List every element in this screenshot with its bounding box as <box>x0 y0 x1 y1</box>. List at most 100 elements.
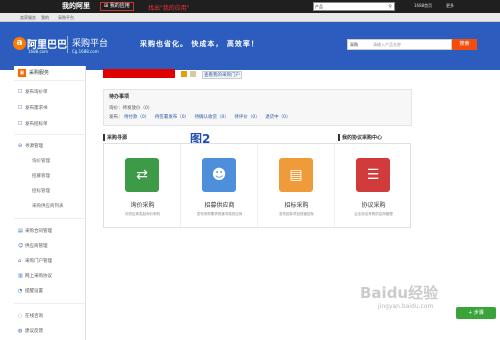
procurement-cards: ⇄ 询价采购 向供应商发起询价采购 ☻ 招募供应商 发布采购需求快速寻找供应商 … <box>103 143 412 229</box>
platform-header: a 阿里巴巴 1688.com 采购平台 Cg.1688.com 采购也省化。 … <box>0 22 500 70</box>
user-icon: ☺ <box>18 243 24 249</box>
card-recruit-supplier[interactable]: ☻ 招募供应商 发布采购需求快速寻找供应商 <box>181 144 258 229</box>
minus-circle-icon: ⊖ <box>18 143 23 149</box>
subnav-item[interactable]: 我的 <box>41 15 49 21</box>
agreement-icon: ▥ <box>18 273 23 279</box>
card-description: 发布采购需求快速寻找供应商 <box>196 212 243 216</box>
sidebar-item-label: 采购门户管理 <box>25 259 52 264</box>
sidebar-item-label: 发布询价单 <box>25 90 48 95</box>
sidebar-subitem-tender-mgmt[interactable]: 招标管理 <box>32 188 50 194</box>
my-portal-link[interactable]: 查看我的采购门户 <box>202 71 242 79</box>
sidebar-item-sourcing[interactable]: ⊖ 寻源管理 <box>18 143 43 149</box>
sidebar-item-inquiry[interactable]: ☐ 发布询价单 <box>18 89 48 95</box>
sidebar-item-reminder[interactable]: ◔ 提醒设置 <box>18 288 43 294</box>
cart-icon: ▣ <box>18 69 26 77</box>
mail-icon[interactable] <box>190 71 196 77</box>
todo-publish-label: 发布： <box>109 115 123 120</box>
badge-icon <box>181 71 187 77</box>
secondary-nav: 卖家服务 我的 采购平台 <box>0 13 500 22</box>
home-link[interactable]: 1688首页 <box>414 3 432 9</box>
todo-link[interactable]: 待确认收货（0） <box>195 115 229 120</box>
card-agreement-purchase[interactable]: ☰ 协议采购 企业协议采购供应商管理 <box>335 144 412 229</box>
card-inquiry-purchase[interactable]: ⇄ 询价采购 向供应商发起询价采购 <box>104 144 181 229</box>
todo-panel: 待办事项 询价：待发放价（0） 发布： 待付款（0） 待签署发布（0） 待确认收… <box>103 89 412 126</box>
add-step-button[interactable]: + 步骤 <box>456 307 496 319</box>
sidebar-item-portal[interactable]: ⌂ 采购门户管理 <box>18 258 52 264</box>
card-tender-purchase[interactable]: ▤ 招标采购 发布招标项目快速招标 <box>258 144 335 229</box>
sidebar-item-label: 网上采购协议 <box>25 274 52 279</box>
edit-icon: ☐ <box>18 89 23 95</box>
sidebar-title-label: 采购服务 <box>29 70 50 76</box>
brand-url: 1688.com <box>28 49 48 54</box>
subnav-item[interactable]: 卖家服务 <box>20 15 36 21</box>
todo-link[interactable]: 待评价（0） <box>234 115 259 120</box>
grid-icon: ⊞ <box>104 3 109 9</box>
annotation-text: 找出"我的应用" <box>148 5 190 12</box>
sidebar-divider <box>14 303 85 304</box>
header-search-input[interactable]: 请输入产品名称 <box>373 42 401 48</box>
header-search-button[interactable]: 搜索 <box>452 39 477 50</box>
header-search-box[interactable]: 采购 请输入产品名称 <box>347 39 452 50</box>
sidebar-item-feedback[interactable]: ◍ 建议反馈 <box>18 328 43 334</box>
more-link[interactable]: 更多 <box>446 3 454 9</box>
sidebar-item-label: 发布需求书 <box>25 106 48 111</box>
header-divider <box>67 36 68 53</box>
platform-url: Cg.1688.com <box>72 49 99 54</box>
section-sourcing-title: 采购寻源 <box>103 134 127 141</box>
card-label: 询价采购 <box>130 202 155 209</box>
sidebar-subitem-supplier-list[interactable]: 采购供应商列表 <box>32 203 64 209</box>
subnav-item[interactable]: 采购平台 <box>58 15 74 21</box>
todo-publish-line: 发布： 待付款（0） 待签署发布（0） 待确认收货（0） 待评价（0） 退货中（… <box>109 114 295 120</box>
sidebar-item-tender[interactable]: ☐ 发布招标单 <box>18 121 48 127</box>
card-description: 向供应商发起询价采购 <box>125 212 160 216</box>
sidebar-item-agreement[interactable]: ▥ 网上采购协议 <box>18 273 52 279</box>
sidebar-item-label: 供应商管理 <box>25 244 48 249</box>
sidebar-item-requirement[interactable]: ☐ 发布需求书 <box>18 105 48 111</box>
top-search-box[interactable]: 产品 ⚲ <box>313 2 395 11</box>
my-alibaba-logo[interactable]: 我的阿里 <box>62 1 90 11</box>
sidebar-item-contract[interactable]: ▤ 采购合同管理 <box>18 228 52 234</box>
document-lines-icon: ☰ <box>356 158 390 192</box>
sidebar-item-label: 提醒设置 <box>25 289 43 294</box>
sidebar: ▣ 采购服务 ☐ 发布询价单 ☐ 发布需求书 ☐ 发布招标单 ⊖ 寻源管理 询价管理 招募… <box>14 66 86 340</box>
card-label: 协议采购 <box>361 202 386 209</box>
sidebar-subitem-inquiry-mgmt[interactable]: 询价管理 <box>32 158 50 164</box>
sidebar-title: ▣ 采购服务 <box>18 69 49 77</box>
card-label: 招标采购 <box>284 202 309 209</box>
people-icon: ☻ <box>202 158 236 192</box>
header-search-dropdown[interactable]: 采购 <box>350 42 358 48</box>
sidebar-item-label: 采购合同管理 <box>25 229 52 234</box>
my-app-label: 我的应用 <box>109 3 130 9</box>
todo-link[interactable]: 待付款（0） <box>124 115 149 120</box>
redacted-company-name <box>103 69 175 78</box>
printer-document-icon: ▤ <box>279 158 313 192</box>
document-icon: ▤ <box>18 228 23 234</box>
watermark-url: jingyan.baidu.com <box>378 303 434 310</box>
card-description: 企业协议采购供应商管理 <box>354 212 393 216</box>
slogan: 采购也省化。 快成本， 高效率！ <box>140 40 259 48</box>
alibaba-logo-icon: a <box>13 37 26 50</box>
todo-inquiry-line[interactable]: 询价：待发放价（0） <box>109 105 152 111</box>
baidu-watermark: Baidu经验 <box>360 284 439 302</box>
todo-title: 待办事项 <box>109 94 130 100</box>
todo-link[interactable]: 待签署发布（0） <box>155 115 189 120</box>
search-icon[interactable]: ⚲ <box>388 4 392 10</box>
chat-icon: ◌ <box>18 313 23 319</box>
sidebar-subitem-recruit-mgmt[interactable]: 招募管理 <box>32 173 50 179</box>
platform-title: 采购平台 <box>72 39 109 49</box>
edit-icon: ☐ <box>18 105 23 111</box>
bell-icon: ◔ <box>18 288 23 294</box>
feedback-icon: ◍ <box>18 328 23 334</box>
sidebar-item-label: 建议反馈 <box>25 329 43 334</box>
section-agreement-title: 我的协议采购中心 <box>338 134 382 141</box>
sidebar-item-supplier[interactable]: ☺ 供应商管理 <box>18 243 48 249</box>
sidebar-item-consult[interactable]: ◌ 在线咨询 <box>18 313 43 319</box>
my-app-button[interactable]: ⊞ 我的应用 <box>100 2 134 11</box>
sidebar-divider <box>14 80 85 81</box>
top-search-dropdown[interactable]: 产品 <box>315 4 323 10</box>
sidebar-item-label: 寻源管理 <box>25 144 43 149</box>
todo-link[interactable]: 退货中（0） <box>265 115 290 120</box>
sidebar-item-label: 在线咨询 <box>25 314 43 319</box>
card-description: 发布招标项目快速招标 <box>279 212 314 216</box>
home-icon: ⌂ <box>18 258 22 264</box>
